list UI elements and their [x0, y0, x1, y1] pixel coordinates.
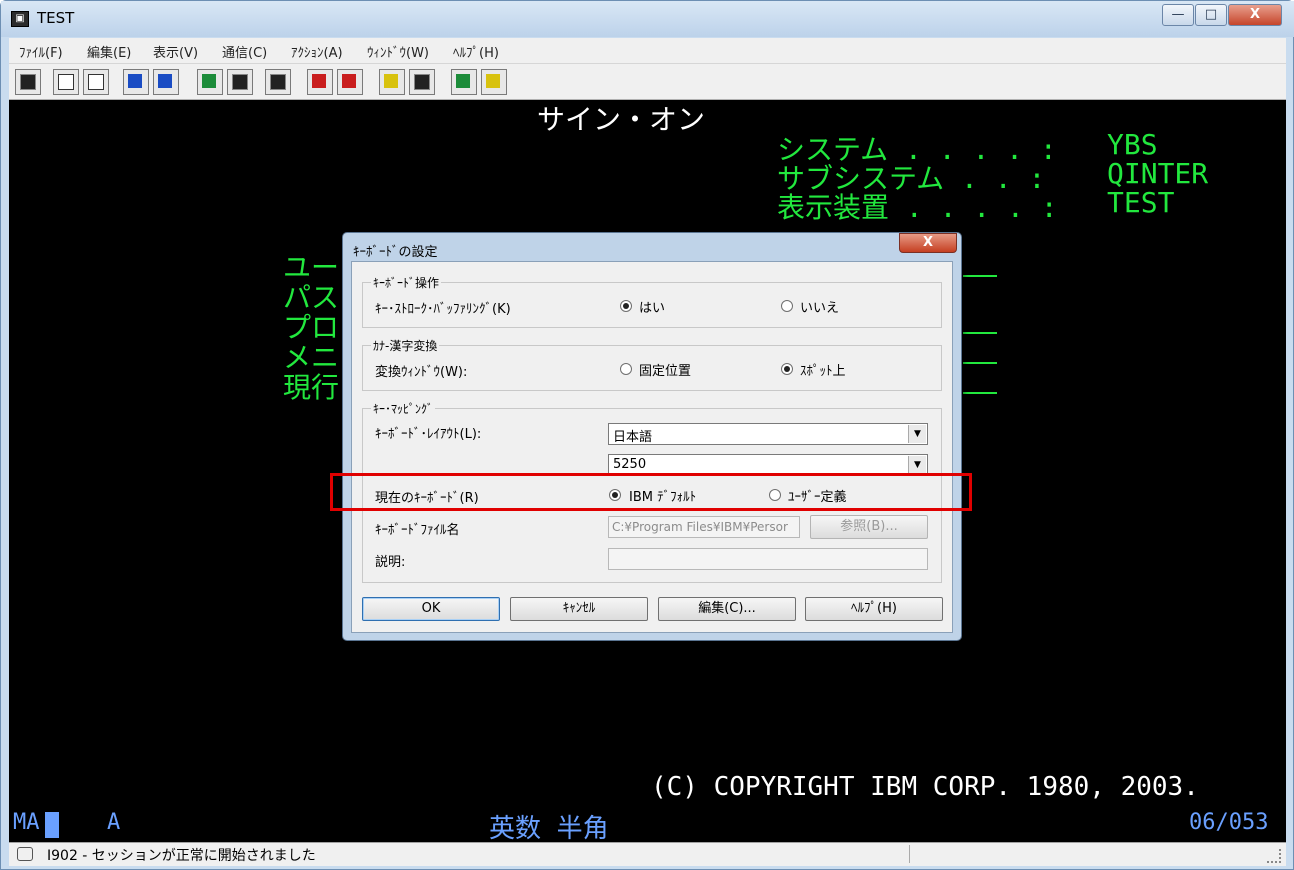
window-title: TEST [37, 9, 75, 27]
support-tag-icon[interactable] [481, 69, 507, 95]
on-the-spot-radio[interactable] [781, 363, 793, 375]
macro-edit-icon[interactable] [409, 69, 435, 95]
buffering-yes-label[interactable]: はい [639, 297, 665, 316]
title-bar[interactable]: ▣ TEST — □ X [1, 1, 1294, 37]
connection-icon [17, 847, 33, 861]
group-title: ｷｰﾎﾞｰﾄﾞ操作 [371, 274, 442, 291]
minimize-button[interactable]: — [1162, 4, 1194, 26]
keyboard-operation-group: ｷｰﾎﾞｰﾄﾞ操作 ｷｰ･ｽﾄﾛｰｸ･ﾊﾞｯﾌｧﾘﾝｸﾞ(K) はい いいえ [362, 274, 942, 328]
menu-communication[interactable]: 通信(C) [222, 42, 267, 61]
fixed-position-label[interactable]: 固定位置 [639, 360, 691, 379]
status-bar: I902 - セッションが正常に開始されました [9, 842, 1286, 866]
display-options-icon[interactable] [197, 69, 223, 95]
input-mode-indicator: 英数 半角 [489, 814, 609, 844]
group-title: ｶﾅ-漢字変換 [371, 337, 440, 354]
menu-action[interactable]: ｱｸｼｮﾝ(A) [291, 42, 343, 61]
display-label: 表示装置 . . . . : [777, 191, 1058, 224]
description-label: 説明: [375, 555, 406, 570]
cursor-block [45, 812, 59, 838]
buffering-no-label[interactable]: いいえ [800, 297, 839, 316]
menu-help[interactable]: ﾍﾙﾌﾟ(H) [453, 42, 499, 61]
oia-system-available: A [107, 810, 121, 835]
signon-heading: サイン・オン [537, 103, 706, 136]
web-globe-icon[interactable] [451, 69, 477, 95]
keyboard-layout-value: 日本語 [613, 430, 653, 445]
menu-edit[interactable]: 編集(E) [87, 42, 131, 61]
macro-record-icon[interactable] [307, 69, 333, 95]
input-field-underline[interactable] [963, 275, 997, 277]
maximize-button[interactable]: □ [1195, 4, 1227, 26]
copy-icon[interactable] [53, 69, 79, 95]
description-field [608, 548, 928, 570]
cursor-position: 06/053 [1189, 810, 1269, 835]
keyboard-file-label: ｷｰﾎﾞｰﾄﾞﾌｧｲﾙ名 [375, 523, 460, 538]
resize-grip-icon[interactable] [1267, 849, 1281, 863]
browse-button: 参照(B)... [810, 515, 928, 539]
print-screen-icon[interactable] [15, 69, 41, 95]
keyboard-layout-select[interactable]: 日本語 ▼ [608, 423, 928, 445]
operator-info-area: MA A 英数 半角 06/053 [9, 810, 1286, 844]
input-field-underline[interactable] [963, 392, 997, 394]
send-file-icon[interactable] [123, 69, 149, 95]
status-message: I902 - セッションが正常に開始されました [47, 848, 316, 864]
menu-view[interactable]: 表示(V) [153, 42, 198, 61]
display-value: TEST [1107, 186, 1175, 219]
toolbar [9, 64, 1286, 100]
keyboard-map-icon[interactable] [265, 69, 291, 95]
field-label-current: 現行 [283, 371, 340, 404]
kana-kanji-conversion-group: ｶﾅ-漢字変換 変換ｳｨﾝﾄﾞｳ(W): 固定位置 ｽﾎﾟｯﾄ上 [362, 337, 942, 391]
keyboard-layout-label: ｷｰﾎﾞｰﾄﾞ･ﾚｲｱｳﾄ(L): [375, 427, 482, 442]
help-button[interactable]: ﾍﾙﾌﾟ(H) [805, 597, 943, 621]
receive-file-icon[interactable] [153, 69, 179, 95]
chevron-down-icon[interactable]: ▼ [908, 425, 926, 443]
cancel-button[interactable]: ｷｬﾝｾﾙ [510, 597, 648, 621]
conversion-window-label: 変換ｳｨﾝﾄﾞｳ(W): [375, 365, 468, 380]
macro-stop-icon[interactable] [337, 69, 363, 95]
chevron-down-icon[interactable]: ▼ [908, 456, 926, 474]
group-title: ｷｰ･ﾏｯﾋﾟﾝｸﾞ [371, 400, 436, 417]
status-divider [909, 845, 910, 863]
ok-button[interactable]: OK [362, 597, 500, 621]
dialog-body: ｷｰﾎﾞｰﾄﾞ操作 ｷｰ･ｽﾄﾛｰｸ･ﾊﾞｯﾌｧﾘﾝｸﾞ(K) はい いいえ ｶ… [351, 261, 953, 633]
keyboard-type-value: 5250 [613, 457, 647, 472]
window-close-button[interactable]: X [1228, 4, 1282, 26]
terminal-app-icon[interactable]: ▣ [11, 11, 29, 27]
color-map-icon[interactable] [227, 69, 253, 95]
input-field-underline[interactable] [963, 362, 997, 364]
oia-status: MA [13, 810, 40, 835]
keyboard-file-field: C:¥Program Files¥IBM¥Persor [608, 516, 800, 538]
paste-icon[interactable] [83, 69, 109, 95]
input-field-underline[interactable] [963, 332, 997, 334]
buffering-yes-radio[interactable] [620, 300, 632, 312]
edit-button[interactable]: 編集(C)... [658, 597, 796, 621]
highlight-annotation-box [330, 473, 972, 511]
menu-file[interactable]: ﾌｧｲﾙ(F) [19, 42, 63, 61]
menu-bar: ﾌｧｲﾙ(F) 編集(E) 表示(V) 通信(C) ｱｸｼｮﾝ(A) ｳｨﾝﾄﾞ… [9, 38, 1286, 64]
menu-window[interactable]: ｳｨﾝﾄﾞｳ(W) [367, 42, 429, 61]
keystroke-buffering-label: ｷｰ･ｽﾄﾛｰｸ･ﾊﾞｯﾌｧﾘﾝｸﾞ(K) [375, 302, 511, 317]
macro-play-icon[interactable] [379, 69, 405, 95]
on-the-spot-label[interactable]: ｽﾎﾟｯﾄ上 [800, 360, 846, 379]
dialog-close-button[interactable]: X [899, 233, 957, 253]
copyright-text: (C) COPYRIGHT IBM CORP. 1980, 2003. [651, 772, 1199, 802]
dialog-title: ｷｰﾎﾞｰﾄﾞの設定 [353, 245, 438, 260]
buffering-no-radio[interactable] [781, 300, 793, 312]
keyboard-settings-dialog: ｷｰﾎﾞｰﾄﾞの設定 X ｷｰﾎﾞｰﾄﾞ操作 ｷｰ･ｽﾄﾛｰｸ･ﾊﾞｯﾌｧﾘﾝｸ… [342, 232, 962, 641]
fixed-position-radio[interactable] [620, 363, 632, 375]
